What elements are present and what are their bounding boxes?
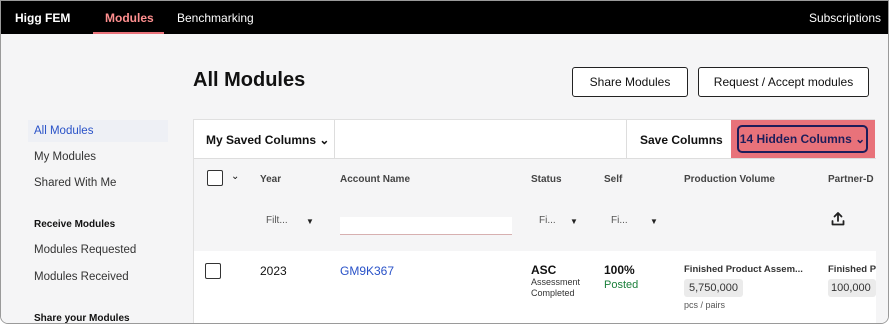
sidebar-item-modules-received[interactable]: Modules Received [28, 266, 168, 288]
toolbar-divider [626, 120, 627, 158]
self-completion: 100% [604, 263, 635, 277]
row-account-link[interactable]: GM9K367 [340, 264, 394, 278]
page-title: All Modules [193, 69, 306, 91]
status-description-line1: Assessment [531, 277, 581, 287]
sidebar-item-all-modules[interactable]: All Modules [28, 120, 168, 142]
app-window: Higg FEM Modules Benchmarking Subscripti… [0, 0, 889, 324]
production-volume-value: 5,750,000 [684, 279, 743, 297]
chevron-down-icon[interactable]: ⌄ [231, 171, 239, 182]
status-description-line2: Completed [531, 288, 575, 298]
row-partner: Finished P 100,000 [828, 264, 876, 297]
self-status: Posted [604, 279, 639, 291]
upload-icon[interactable] [830, 211, 846, 227]
column-header-partner[interactable]: Partner-D [828, 174, 874, 185]
sidebar-item-my-modules[interactable]: My Modules [28, 146, 168, 168]
sidebar-item-shared-with-me[interactable]: Shared With Me [28, 172, 168, 194]
nav-modules[interactable]: Modules [105, 11, 154, 25]
column-header-account-name[interactable]: Account Name [340, 174, 410, 185]
account-name-filter-input[interactable] [340, 217, 512, 235]
year-filter[interactable]: Filt... [266, 215, 288, 226]
modules-table-card: My Saved Columns ⌄ Save Columns 14 Hidde… [193, 119, 876, 323]
production-volume-label: Finished Product Assem... [684, 264, 803, 275]
table-row[interactable]: 2023 GM9K367 ASC Assessment Completed 10… [194, 251, 876, 323]
caret-down-icon[interactable]: ▼ [306, 217, 314, 226]
brand-logo[interactable]: Higg FEM [15, 11, 70, 25]
row-production-volume: Finished Product Assem... 5,750,000 pcs … [684, 264, 824, 310]
hidden-columns-button[interactable]: 14 Hidden Columns ⌄ [737, 125, 868, 153]
toolbar-divider [334, 120, 335, 158]
status-code: ASC [531, 263, 557, 277]
nav-benchmarking[interactable]: Benchmarking [177, 11, 254, 25]
saved-columns-dropdown[interactable]: My Saved Columns ⌄ [206, 133, 329, 147]
caret-down-icon[interactable]: ▼ [570, 217, 578, 226]
table-header-row: ⌄ Year Account Name Status Self Producti… [194, 159, 876, 251]
top-navbar: Higg FEM Modules Benchmarking Subscripti… [1, 1, 888, 35]
sidebar-heading-receive: Receive Modules [34, 219, 116, 230]
column-header-status[interactable]: Status [531, 174, 562, 185]
production-volume-unit: pcs / pairs [684, 300, 726, 310]
row-checkbox[interactable] [205, 263, 221, 279]
row-self: 100% Posted [604, 263, 638, 291]
column-header-year[interactable]: Year [260, 174, 281, 185]
self-filter[interactable]: Fi... [611, 215, 628, 226]
status-filter[interactable]: Fi... [539, 215, 556, 226]
sidebar-heading-share: Share your Modules [34, 313, 130, 324]
partner-label: Finished P [828, 264, 876, 275]
column-header-self[interactable]: Self [604, 174, 622, 185]
select-all-checkbox[interactable] [207, 170, 223, 186]
nav-subscriptions[interactable]: Subscriptions [809, 11, 881, 25]
column-header-production-volume[interactable]: Production Volume [684, 174, 775, 185]
row-year: 2023 [260, 264, 287, 278]
share-modules-button[interactable]: Share Modules [572, 67, 688, 97]
sidebar-item-modules-requested[interactable]: Modules Requested [28, 239, 168, 261]
save-columns-button[interactable]: Save Columns [640, 133, 723, 147]
row-status: ASC Assessment Completed [531, 263, 580, 299]
partner-value[interactable]: 100,000 [828, 279, 876, 297]
caret-down-icon[interactable]: ▼ [650, 217, 658, 226]
request-accept-modules-button[interactable]: Request / Accept modules [698, 67, 869, 97]
